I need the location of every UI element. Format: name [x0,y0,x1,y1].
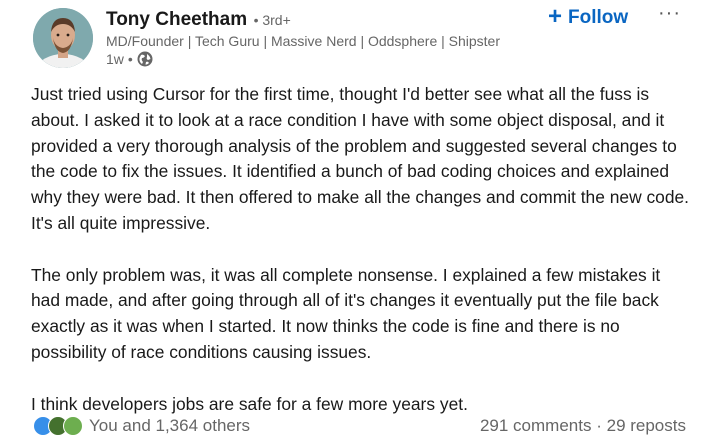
reactions-count[interactable]: You and 1,364 others [89,416,250,436]
post-body: Just tried using Cursor for the first ti… [31,82,691,417]
globe-icon [137,51,153,67]
follow-button[interactable]: + Follow [548,3,628,33]
social-counts: You and 1,364 others 291 comments · 29 r… [33,414,686,438]
post-paragraph: Just tried using Cursor for the first ti… [31,84,690,233]
post-meta: 1w • [106,51,153,67]
plus-icon: + [548,3,563,30]
feed-post: Tony Cheetham • 3rd+ MD/Founder | Tech G… [0,0,702,445]
author-name-row: Tony Cheetham • 3rd+ [106,9,291,31]
author-headline: MD/Founder | Tech Guru | Massive Nerd | … [106,33,501,49]
connection-degree: • 3rd+ [253,12,291,28]
reposts-count[interactable]: 29 reposts [607,416,686,435]
avatar[interactable] [33,8,93,68]
follow-label: Follow [568,7,629,28]
reaction-icons[interactable] [33,416,83,436]
post-time[interactable]: 1w [106,51,124,67]
avatar-photo [33,8,93,68]
more-options-icon[interactable]: ··· [658,2,681,25]
author-name[interactable]: Tony Cheetham [106,9,247,30]
comments-count[interactable]: 291 comments [480,416,592,435]
post-paragraph: The only problem was, it was all complet… [31,264,661,362]
engagement-stats: 291 comments · 29 reposts [480,416,686,436]
meta-separator: • [127,51,133,67]
support-icon [63,416,83,436]
stats-separator: · [596,416,602,435]
